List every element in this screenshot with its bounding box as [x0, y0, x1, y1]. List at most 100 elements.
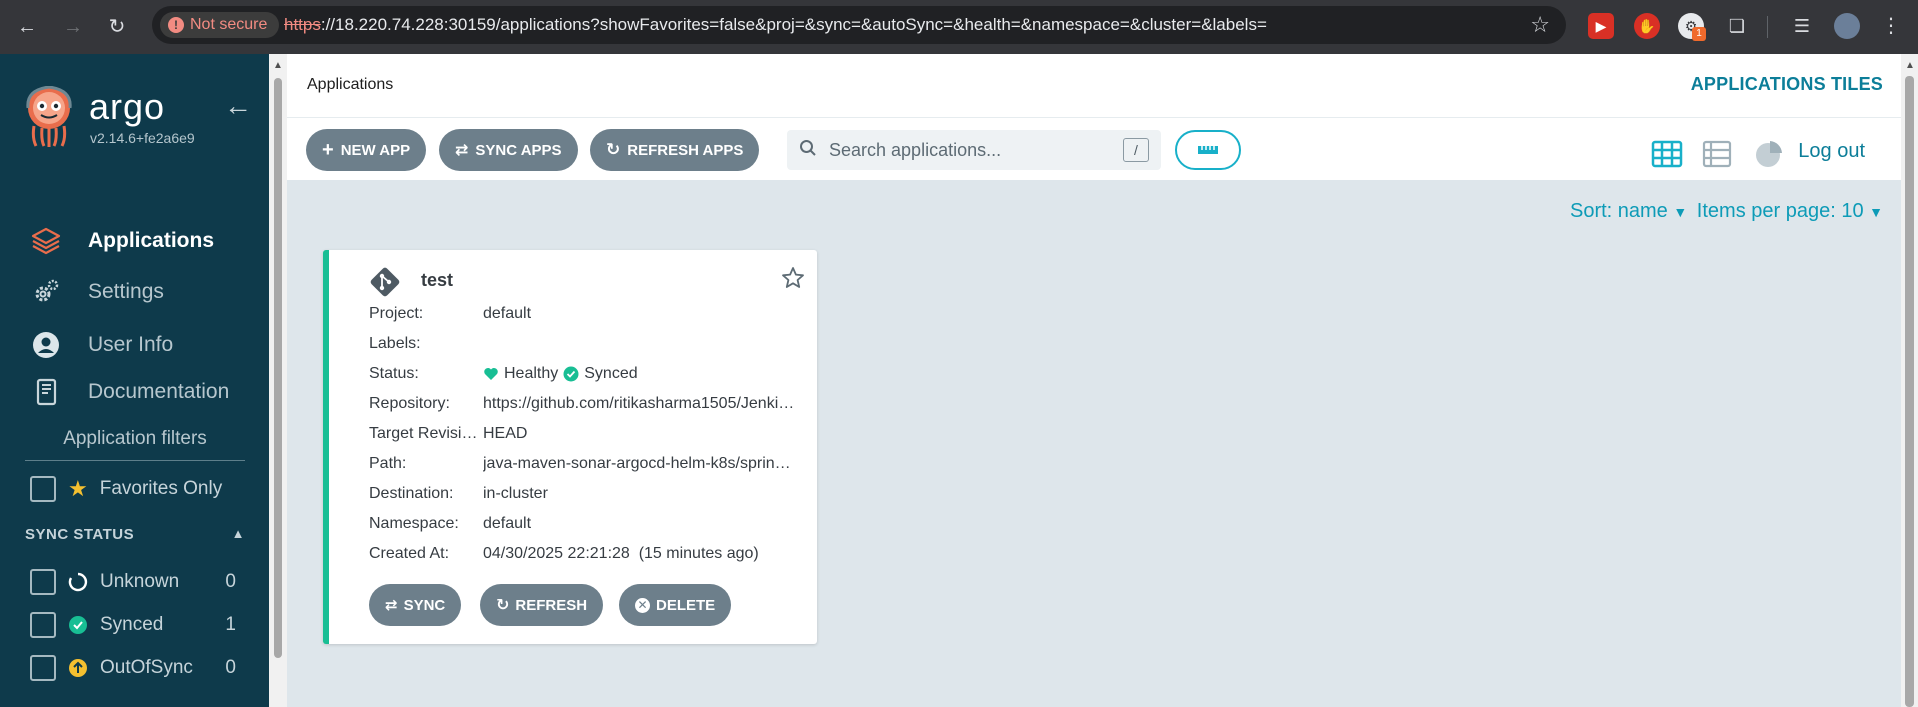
- sync-icon: ⇄: [455, 142, 469, 159]
- extension-hand-icon[interactable]: ✋: [1634, 13, 1660, 39]
- sidebar-item-applications[interactable]: Applications: [30, 223, 214, 259]
- circle-notch-icon: [68, 572, 88, 592]
- items-per-page-label: Items per page: 10: [1696, 200, 1864, 222]
- sidebar-item-user-info[interactable]: User Info: [30, 327, 173, 363]
- extension-puzzle-badge-icon[interactable]: ⚙ 1: [1678, 13, 1706, 41]
- tiles-view-icon[interactable]: [1651, 138, 1683, 170]
- row-key: Namespace:: [369, 515, 459, 532]
- row-value: 04/30/2025 22:21:28 (15 minutes ago): [483, 545, 759, 562]
- card-row-project: Project: default: [369, 305, 799, 323]
- status-value: Healthy Synced: [483, 365, 799, 383]
- app-tile-test[interactable]: test Project: default Labels: Status: He…: [323, 250, 817, 644]
- row-value: java-maven-sonar-argocd-helm-k8s/spring-…: [483, 455, 799, 472]
- refresh-button[interactable]: ↻ REFRESH: [480, 584, 604, 626]
- sidebar-item-label: User Info: [88, 333, 174, 356]
- collapse-caret-icon[interactable]: ▲: [232, 526, 245, 541]
- card-row-namespace: Namespace: default: [369, 515, 799, 533]
- warning-icon: !: [168, 17, 184, 33]
- sidebar-item-settings[interactable]: Settings: [30, 274, 164, 310]
- browser-menu-icon[interactable]: ⋮: [1878, 13, 1904, 39]
- window-scrollbar[interactable]: ▲: [1901, 54, 1918, 707]
- extension-red-icon[interactable]: ▶: [1588, 13, 1614, 39]
- arrow-up-circle-icon: [68, 658, 88, 678]
- reload-icon[interactable]: ↻: [102, 12, 132, 42]
- logout-link[interactable]: Log out: [1798, 140, 1865, 163]
- browser-chrome: ← → ↻ ! Not secure https://18.220.74.228…: [0, 0, 1918, 54]
- heart-icon: [484, 368, 498, 380]
- address-bar[interactable]: ! Not secure https://18.220.74.228:30159…: [152, 6, 1566, 44]
- page-title: APPLICATIONS TILES: [1690, 74, 1883, 94]
- sync-button[interactable]: ⇄ SYNC: [369, 584, 462, 626]
- extensions-icon[interactable]: ❏: [1724, 13, 1750, 39]
- toolbar-divider: [1767, 16, 1768, 38]
- favorite-star-icon[interactable]: [781, 266, 805, 290]
- search-input[interactable]: Search applications...: [829, 140, 1123, 161]
- row-key: Labels:: [369, 335, 421, 352]
- row-key: Project:: [369, 305, 424, 322]
- button-label: DELETE: [656, 596, 716, 614]
- sync-filter-synced[interactable]: Synced 1: [30, 612, 236, 638]
- row-value: default: [483, 305, 532, 322]
- forward-icon[interactable]: →: [58, 12, 88, 42]
- sync-filter-outofsync[interactable]: OutOfSync 0: [30, 655, 236, 681]
- security-indicator[interactable]: ! Not secure: [160, 12, 280, 38]
- items-per-page-dropdown[interactable]: Items per page: 10 ▼: [1697, 200, 1883, 222]
- url-text[interactable]: https://18.220.74.228:30159/applications…: [284, 6, 1267, 44]
- caret-down-icon: ▼: [1869, 204, 1883, 220]
- row-key: Target Revision:: [369, 425, 483, 442]
- new-app-button[interactable]: + NEW APP: [306, 129, 427, 171]
- row-key: Created At:: [369, 545, 450, 562]
- refresh-icon: ↻: [606, 140, 621, 159]
- sync-status-header[interactable]: SYNC STATUS ▲: [25, 526, 245, 543]
- scroll-up-arrow-icon[interactable]: ▲: [1905, 60, 1915, 71]
- search-box[interactable]: Search applications... /: [787, 130, 1161, 170]
- button-label: REFRESH APPS: [627, 141, 744, 159]
- sort-label: Sort: name: [1569, 200, 1668, 222]
- check-circle-icon: [563, 366, 579, 382]
- gears-icon: [30, 276, 62, 308]
- sidebar-item-documentation[interactable]: Documentation: [30, 374, 229, 410]
- list-view-icon[interactable]: [1701, 138, 1733, 170]
- scroll-up-arrow-icon[interactable]: ▲: [273, 60, 283, 71]
- filter-checkbox[interactable]: [30, 655, 56, 681]
- user-circle-icon: [30, 329, 62, 361]
- filter-toggle-button[interactable]: [1175, 130, 1241, 170]
- favorites-checkbox[interactable]: [30, 476, 56, 502]
- url-scheme: https: [284, 15, 321, 34]
- refresh-apps-button[interactable]: ↻ REFRESH APPS: [590, 129, 760, 171]
- health-status: Healthy: [504, 365, 559, 382]
- back-icon[interactable]: ←: [12, 12, 42, 42]
- reading-list-icon[interactable]: ☰: [1789, 13, 1815, 39]
- book-icon: [30, 376, 62, 408]
- filter-label: Unknown: [100, 571, 180, 592]
- filter-checkbox[interactable]: [30, 569, 56, 595]
- bookmark-star-icon[interactable]: ☆: [1530, 12, 1550, 38]
- content-scrollbar[interactable]: ▲: [269, 54, 287, 707]
- card-row-repository: Repository: https://github.com/ritikasha…: [369, 395, 799, 413]
- delete-button[interactable]: ✕ DELETE: [619, 584, 732, 626]
- app-name[interactable]: test: [421, 270, 453, 291]
- sidebar-item-label: Documentation: [88, 380, 230, 403]
- favorites-label: Favorites Only: [99, 478, 223, 499]
- sort-dropdown[interactable]: Sort: name ▼: [1570, 200, 1687, 222]
- scrollbar-thumb[interactable]: [274, 78, 282, 658]
- favorites-filter[interactable]: ★ Favorites Only: [30, 476, 222, 502]
- collapse-sidebar-icon[interactable]: ←: [224, 90, 252, 122]
- sidebar: argo v2.14.6+fe2a6e9 ← Applications Sett…: [0, 54, 269, 707]
- sidebar-item-label: Settings: [88, 280, 164, 303]
- sync-filter-unknown[interactable]: Unknown 0: [30, 569, 236, 595]
- sync-status: Synced: [584, 365, 638, 382]
- breadcrumb[interactable]: Applications: [307, 76, 393, 94]
- scrollbar-thumb[interactable]: [1905, 76, 1914, 707]
- card-row-path: Path: java-maven-sonar-argocd-helm-k8s/s…: [369, 455, 799, 473]
- brand-name: argo: [89, 86, 166, 127]
- button-label: SYNC APPS: [475, 141, 562, 159]
- summary-view-pie-icon[interactable]: [1753, 138, 1785, 170]
- star-icon: ★: [68, 476, 88, 501]
- profile-avatar[interactable]: [1834, 13, 1860, 39]
- security-label: Not secure: [190, 16, 268, 33]
- sync-apps-button[interactable]: ⇄ SYNC APPS: [439, 129, 578, 171]
- card-row-created-at: Created At: 04/30/2025 22:21:28 (15 minu…: [369, 545, 799, 563]
- row-value: default: [483, 515, 532, 532]
- filter-checkbox[interactable]: [30, 612, 56, 638]
